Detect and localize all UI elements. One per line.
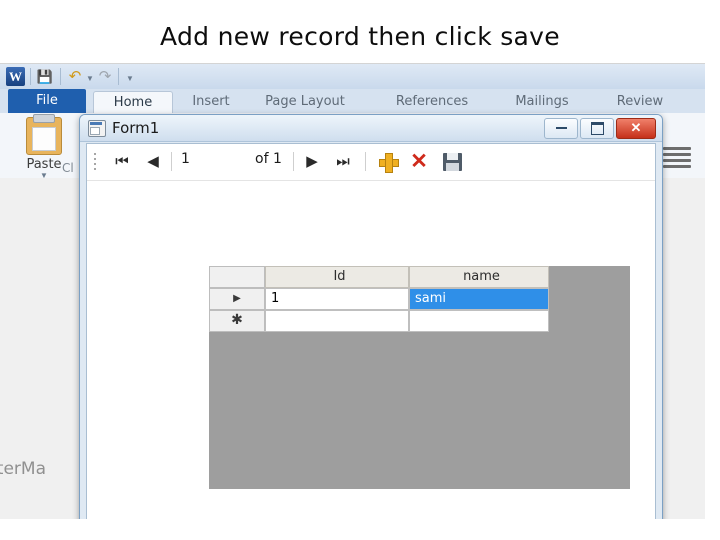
form-window-title: Form1	[112, 119, 160, 137]
table-row[interactable]: ✱	[209, 310, 549, 332]
word-logo-icon: W	[6, 67, 25, 86]
table-row[interactable]: ▶ 1 sami	[209, 288, 549, 310]
form-window-icon	[88, 120, 106, 137]
cell-id-row1[interactable]: 1	[265, 288, 409, 310]
nav-divider-2	[293, 152, 294, 171]
undo-dropdown-icon[interactable]: ▼	[86, 74, 94, 83]
customize-qat-icon[interactable]: ▼	[126, 74, 134, 83]
save-record-icon[interactable]	[443, 153, 462, 171]
tab-insert[interactable]: Insert	[178, 91, 244, 113]
save-icon[interactable]: 💾	[36, 68, 54, 86]
tab-review[interactable]: Review	[600, 91, 680, 113]
word-quick-access-toolbar: W 💾 ↶ ▼ ↷ ▼	[0, 64, 705, 90]
record-count-label: of 1	[255, 151, 282, 167]
close-button[interactable]: ✕	[616, 118, 656, 139]
redo-icon[interactable]: ↷	[96, 68, 114, 86]
form-window[interactable]: Form1 ✕ ⏮ ◀ 1 of 1 ▶ ⏭ ✕ Id name ▶ 1 sam…	[79, 114, 663, 519]
datasheet-grid: Id name ▶ 1 sami ✱	[209, 266, 549, 332]
cell-name-new-row[interactable]	[409, 310, 549, 332]
tab-home[interactable]: Home	[93, 91, 173, 115]
tab-page-layout[interactable]: Page Layout	[250, 91, 360, 113]
delete-record-icon[interactable]: ✕	[409, 151, 429, 172]
maximize-button[interactable]	[580, 118, 614, 139]
nav-divider-3	[365, 152, 366, 171]
toolbar-grip[interactable]	[94, 153, 98, 171]
document-text: pterMa	[0, 459, 46, 479]
undo-icon[interactable]: ↶	[66, 68, 84, 86]
datasheet-canvas: Id name ▶ 1 sami ✱	[209, 266, 630, 489]
row-marker-new[interactable]: ✱	[209, 310, 265, 332]
row-marker-current[interactable]: ▶	[209, 288, 265, 310]
cell-name-row1[interactable]: sami	[409, 288, 549, 310]
next-record-button[interactable]: ▶	[300, 150, 324, 174]
form-bottom-edge	[87, 515, 655, 519]
form-client-area: ⏮ ◀ 1 of 1 ▶ ⏭ ✕ Id name ▶ 1 sami ✱	[86, 143, 656, 519]
clipboard-group-label: Cl	[62, 161, 74, 175]
paragraph-lines-icon[interactable]	[663, 147, 691, 171]
minimize-button[interactable]	[544, 118, 578, 139]
column-header-name[interactable]: name	[409, 266, 549, 288]
first-record-button[interactable]: ⏮	[109, 150, 135, 174]
qat-divider-3	[118, 68, 119, 85]
clipboard-icon	[26, 114, 62, 155]
tab-file[interactable]: File	[8, 89, 86, 113]
cell-id-new-row[interactable]	[265, 310, 409, 332]
qat-divider-2	[60, 68, 61, 85]
record-navigator: ⏮ ◀ 1 of 1 ▶ ⏭ ✕	[87, 144, 655, 181]
qat-divider-1	[30, 68, 31, 85]
ribbon-tab-strip: File Home Insert Page Layout References …	[0, 89, 705, 115]
table-header-row: Id name	[209, 266, 549, 288]
previous-record-button[interactable]: ◀	[141, 150, 165, 174]
minimize-icon	[555, 127, 567, 130]
record-number-input[interactable]: 1	[181, 151, 190, 167]
row-selector-header	[209, 266, 265, 288]
column-header-id[interactable]: Id	[265, 266, 409, 288]
maximize-icon	[590, 121, 604, 135]
nav-divider-1	[171, 152, 172, 171]
form-title-bar[interactable]: Form1 ✕	[80, 115, 662, 142]
screenshot-region: W 💾 ↶ ▼ ↷ ▼ File Home Insert Page Layout…	[0, 63, 705, 519]
tab-references[interactable]: References	[382, 91, 482, 113]
last-record-button[interactable]: ⏭	[330, 150, 356, 174]
add-record-icon[interactable]	[379, 152, 399, 173]
tab-mailings[interactable]: Mailings	[498, 91, 586, 113]
page-title: Add new record then click save	[160, 22, 560, 51]
